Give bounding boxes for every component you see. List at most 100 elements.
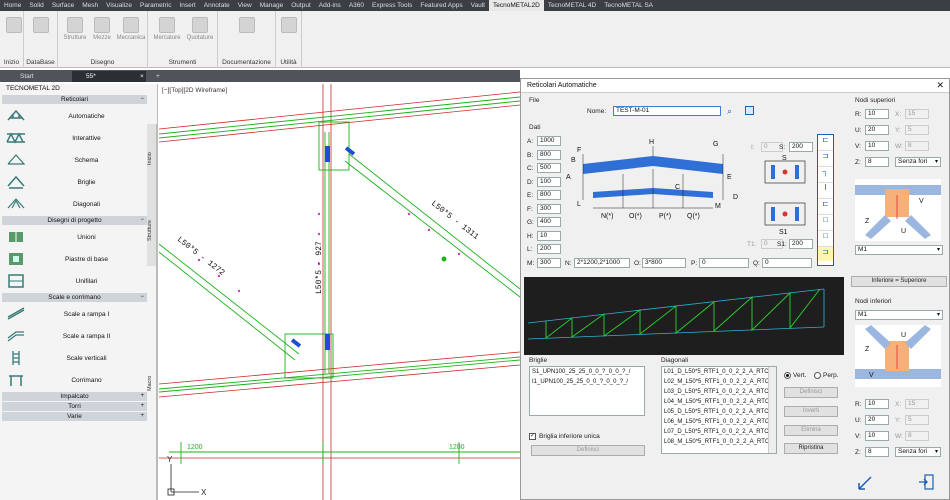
ribbon-tab[interactable]: Visualize xyxy=(102,0,136,11)
tool-unifilari[interactable]: Unifilari xyxy=(0,270,147,292)
m-input[interactable]: 300 xyxy=(537,258,561,268)
type-icon[interactable]: I xyxy=(818,183,833,199)
z-input-sup[interactable]: 8 xyxy=(865,157,889,167)
utilita-button[interactable] xyxy=(277,17,301,35)
section-torri[interactable]: Torri + xyxy=(2,402,147,411)
briglie-list[interactable]: S1_UPN100_25_25_0_0_?_0_0_?_/ I1_UPN100_… xyxy=(529,366,645,416)
field-input[interactable]: 100 xyxy=(537,176,561,187)
type-icon[interactable]: ┐ xyxy=(818,167,833,183)
u-input-inf[interactable]: 20 xyxy=(865,415,889,425)
new-tab-button[interactable]: + xyxy=(152,71,160,82)
fori-select-sup[interactable]: Senza fori xyxy=(895,157,941,167)
side-tab-strutture[interactable]: Strutture xyxy=(147,194,157,266)
drawing-viewport[interactable]: Y X 1200 1200 L50*5 - 1272 L50*5 - 927 L… xyxy=(159,84,520,500)
viewport-controls[interactable]: [−][Top][2D Wireframe] xyxy=(162,87,227,94)
pick-icon[interactable] xyxy=(857,475,873,491)
mezze-button[interactable]: Mezze xyxy=(89,17,115,41)
tab-drawing[interactable]: 55* xyxy=(72,71,146,82)
tool-diagonali[interactable]: Diagonali xyxy=(0,193,147,215)
node-sup-select[interactable]: M1 xyxy=(855,245,943,255)
briglia-checkbox[interactable]: ✓ xyxy=(529,433,536,440)
list-item[interactable]: L05_D_L50*5_RTF1_0_0_2_2_A_RTC xyxy=(662,407,776,417)
meccanica-button[interactable]: Meccanica xyxy=(115,17,147,41)
ribbon-tab[interactable]: A360 xyxy=(345,0,368,11)
type-icon[interactable]: ⊏ xyxy=(818,199,833,215)
search-icon[interactable]: ⌕ xyxy=(727,106,732,117)
ribbon-tab[interactable]: Manage xyxy=(256,0,288,11)
field-input[interactable]: 800 xyxy=(537,149,561,160)
tool-rampa-1[interactable]: Scale a rampa I xyxy=(0,303,147,325)
z-input-inf[interactable]: 8 xyxy=(865,447,889,457)
list-item[interactable]: L03_D_L50*5_RTF1_0_0_2_2_A_RTC xyxy=(662,387,776,397)
section-varie[interactable]: Varie + xyxy=(2,412,147,421)
ribbon-tab[interactable]: Insert xyxy=(175,0,199,11)
ribbon-tab[interactable]: Vault xyxy=(467,0,489,11)
p-input[interactable]: 0 xyxy=(699,258,749,268)
inverti-button[interactable]: Inverti xyxy=(784,406,838,417)
ribbon-tab[interactable]: TecnoMETAL2D xyxy=(488,0,544,11)
mercature-button[interactable]: Mercature xyxy=(150,17,184,41)
list-item[interactable]: I1_UPN100_25_25_0_0_?_0_0_?_/ xyxy=(530,377,644,387)
v-input-inf[interactable]: 10 xyxy=(865,431,889,441)
side-tab-inizio[interactable]: Inizio xyxy=(147,124,157,194)
ribbon-tab[interactable]: Add-ins xyxy=(315,0,345,11)
section-impalcato[interactable]: Impalcato + xyxy=(2,392,147,401)
field-input[interactable]: 500 xyxy=(537,163,561,173)
tool-rampa-2[interactable]: Scale a rampa II xyxy=(0,325,147,347)
node-inf-select[interactable]: M1 xyxy=(855,310,943,320)
list-item[interactable]: S1_UPN100_25_25_0_0_?_0_0_?_/ xyxy=(530,367,644,377)
diagonali-list[interactable]: L01_D_L50*5_RTF1_0_0_2_2_A_RTC L02_M_L50… xyxy=(661,366,777,454)
type-icon[interactable]: □ xyxy=(818,215,833,231)
q-input[interactable]: 0 xyxy=(762,258,812,268)
ribbon-tab[interactable]: Mesh xyxy=(78,0,102,11)
ribbon-tab[interactable]: TecnoMETAL 4D xyxy=(544,0,600,11)
side-tab-macro[interactable]: Macro xyxy=(147,266,157,500)
u-input-sup[interactable]: 20 xyxy=(865,125,889,135)
list-item[interactable]: L08_M_L50*5_RTF1_0_0_2_2_A_RTC xyxy=(662,437,776,447)
list-item[interactable]: L01_D_L50*5_RTF1_0_0_2_2_A_RTC xyxy=(662,367,776,377)
ribbon-tab[interactable]: Surface xyxy=(48,0,78,11)
inizio-button[interactable] xyxy=(2,17,26,35)
field-input[interactable]: 10 xyxy=(537,230,561,241)
field-input[interactable]: 200 xyxy=(537,244,561,254)
perp-radio[interactable] xyxy=(814,372,821,379)
strutture-button[interactable]: Strutture xyxy=(61,17,89,41)
list-item[interactable]: L04_M_L50*5_RTF1_0_0_2_2_A_RTC xyxy=(662,397,776,407)
type-icon-selected[interactable]: ⊐ xyxy=(818,247,833,261)
ripristina-button[interactable]: Ripristina xyxy=(784,443,838,454)
ribbon-tab[interactable]: Solid xyxy=(25,0,47,11)
section-scale[interactable]: Scale e corrimano − xyxy=(2,293,147,302)
list-item[interactable]: L07_D_L50*5_RTF1_0_0_2_2_A_RTC xyxy=(662,427,776,437)
vert-radio[interactable] xyxy=(784,372,791,379)
n-input[interactable]: 2*1200,2*1000 xyxy=(574,258,630,268)
nome-input[interactable]: TEST-M-01 xyxy=(613,106,721,116)
s-input[interactable]: 200 xyxy=(789,142,813,152)
ribbon-tab[interactable]: TecnoMETAL SA xyxy=(600,0,657,11)
r-input-sup[interactable]: 10 xyxy=(865,109,889,119)
tool-schema[interactable]: Schema xyxy=(0,149,147,171)
type-icon[interactable]: □ xyxy=(818,231,833,247)
field-input[interactable]: 800 xyxy=(537,190,561,200)
section-disegni[interactable]: Disegni di progetto − xyxy=(2,216,147,225)
exit-icon[interactable] xyxy=(917,473,935,491)
tab-close-icon[interactable]: × xyxy=(140,71,148,82)
diag-definisci-button[interactable]: Definisci xyxy=(784,387,838,398)
briglie-definisci-button[interactable]: Definisci xyxy=(531,445,645,456)
ribbon-tab[interactable]: View xyxy=(234,0,256,11)
truss-type-selector[interactable]: ⊏ ⊐ ┐ I ⊏ □ □ ⊐ xyxy=(817,134,834,266)
ribbon-tab[interactable]: Annotate xyxy=(200,0,234,11)
tool-briglie[interactable]: Briglie xyxy=(0,171,147,193)
tool-interattive[interactable]: Interattive xyxy=(0,127,147,149)
v-input-sup[interactable]: 10 xyxy=(865,141,889,151)
close-icon[interactable]: ✕ xyxy=(936,80,944,91)
s1-input[interactable]: 200 xyxy=(789,239,813,249)
drawing-canvas[interactable]: Y X 1200 1200 L50*5 - 1272 L50*5 - 927 L… xyxy=(159,84,520,500)
ribbon-tab[interactable]: Output xyxy=(287,0,315,11)
inf-eq-sup-button[interactable]: Inferiore = Superiore xyxy=(851,276,947,287)
type-icon[interactable]: ⊐ xyxy=(818,151,833,167)
ribbon-tab[interactable]: Express Tools xyxy=(368,0,416,11)
ribbon-tab[interactable]: Parametric xyxy=(136,0,175,11)
tool-piastre[interactable]: Piastre di base xyxy=(0,248,147,270)
save-icon[interactable] xyxy=(745,106,754,115)
list-item[interactable]: L06_M_L50*5_RTF1_0_0_2_2_A_RTC xyxy=(662,417,776,427)
